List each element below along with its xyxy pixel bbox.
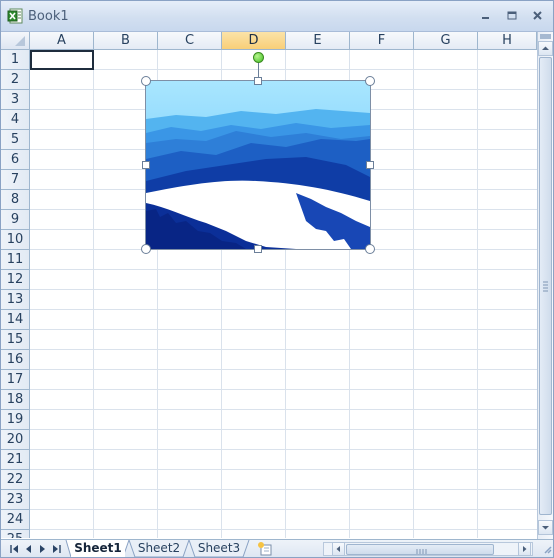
excel-icon[interactable] [7,8,23,24]
row-header[interactable]: 21 [1,450,30,470]
sheet-tab-sheet1[interactable]: Sheet1 [71,540,125,557]
row-header[interactable]: 25 [1,530,30,538]
row-headers: 1 2 3 4 5 6 7 8 9 10 11 12 13 14 15 16 1… [1,50,30,538]
minimize-icon [482,17,489,19]
select-all-triangle-icon [15,36,25,46]
insert-worksheet-button[interactable] [255,541,277,557]
row-header[interactable]: 18 [1,390,30,410]
minimize-button[interactable] [477,8,495,24]
row-header[interactable]: 14 [1,310,30,330]
resize-handle-left[interactable] [142,161,150,169]
arrow-left-icon [336,546,340,552]
prev-sheet-icon[interactable] [23,543,34,555]
row-header[interactable]: 17 [1,370,30,390]
column-header-f[interactable]: F [350,32,414,50]
mountain-picture[interactable] [145,80,371,250]
row-header[interactable]: 16 [1,350,30,370]
insert-worksheet-icon [258,542,272,556]
row-header[interactable]: 22 [1,470,30,490]
resize-grip-icon[interactable] [539,541,553,557]
column-header-e[interactable]: E [286,32,350,50]
vertical-scrollbar[interactable] [537,32,553,539]
row-header[interactable]: 1 [1,50,30,70]
restore-button[interactable] [503,8,521,24]
row-header[interactable]: 2 [1,70,30,90]
scroll-left-button[interactable] [332,542,345,556]
window-title: Book1 [28,9,69,24]
row-header[interactable]: 8 [1,190,30,210]
scroll-right-button[interactable] [518,542,531,556]
row-header[interactable]: 19 [1,410,30,430]
resize-handle-bottom[interactable] [254,245,262,253]
resize-handle-bottom-left[interactable] [141,244,151,254]
resize-handle-top-left[interactable] [141,76,151,86]
arrow-down-icon [542,526,549,530]
row-header[interactable]: 11 [1,250,30,270]
column-header-b[interactable]: B [94,32,158,50]
resize-handle-top[interactable] [254,77,262,85]
grip-icon [543,281,548,292]
grip-icon [416,549,427,554]
scroll-up-button[interactable] [538,41,553,56]
row-header[interactable]: 3 [1,90,30,110]
column-header-g[interactable]: G [414,32,478,50]
rotate-handle[interactable] [253,52,264,63]
row-header[interactable]: 20 [1,430,30,450]
last-sheet-icon[interactable] [51,543,62,555]
row-header[interactable]: 10 [1,230,30,250]
active-cell-a1[interactable] [30,50,94,70]
row-header[interactable]: 24 [1,510,30,530]
vertical-scroll-thumb[interactable] [539,57,552,515]
column-header-d[interactable]: D [222,32,286,50]
horizontal-scrollbar[interactable] [323,542,533,556]
column-headers: A B C D E F G H [30,32,537,50]
arrow-right-icon [523,546,527,552]
scroll-down-button[interactable] [538,520,553,535]
first-sheet-icon[interactable] [9,543,20,555]
column-header-a[interactable]: A [30,32,94,50]
column-header-c[interactable]: C [158,32,222,50]
title-bar[interactable]: Book1 [1,1,553,32]
horizontal-scroll-thumb[interactable] [346,544,494,555]
resize-handle-right[interactable] [366,161,374,169]
row-header[interactable]: 13 [1,290,30,310]
sheet-tab-bar: Sheet1 Sheet2 Sheet3 [1,539,553,557]
restore-icon [507,11,517,20]
sheet-tab-sheet3[interactable]: Sheet3 [193,540,245,557]
sheet-tab-sheet2[interactable]: Sheet2 [133,540,185,557]
close-icon [533,11,542,20]
arrow-up-icon [542,46,549,50]
row-header[interactable]: 9 [1,210,30,230]
row-header[interactable]: 23 [1,490,30,510]
resize-handle-top-right[interactable] [365,76,375,86]
next-sheet-icon[interactable] [37,543,48,555]
select-all-button[interactable] [1,32,30,50]
row-header[interactable]: 15 [1,330,30,350]
row-header[interactable]: 7 [1,170,30,190]
resize-handle-bottom-right[interactable] [365,244,375,254]
row-header[interactable]: 6 [1,150,30,170]
row-header[interactable]: 4 [1,110,30,130]
column-header-h[interactable]: H [478,32,537,50]
split-box[interactable] [540,34,551,39]
excel-window: Book1 A B C D E F G H 1 2 3 4 5 6 7 8 9 … [0,0,554,558]
row-header[interactable]: 5 [1,130,30,150]
close-button[interactable] [529,8,547,24]
row-header[interactable]: 12 [1,270,30,290]
